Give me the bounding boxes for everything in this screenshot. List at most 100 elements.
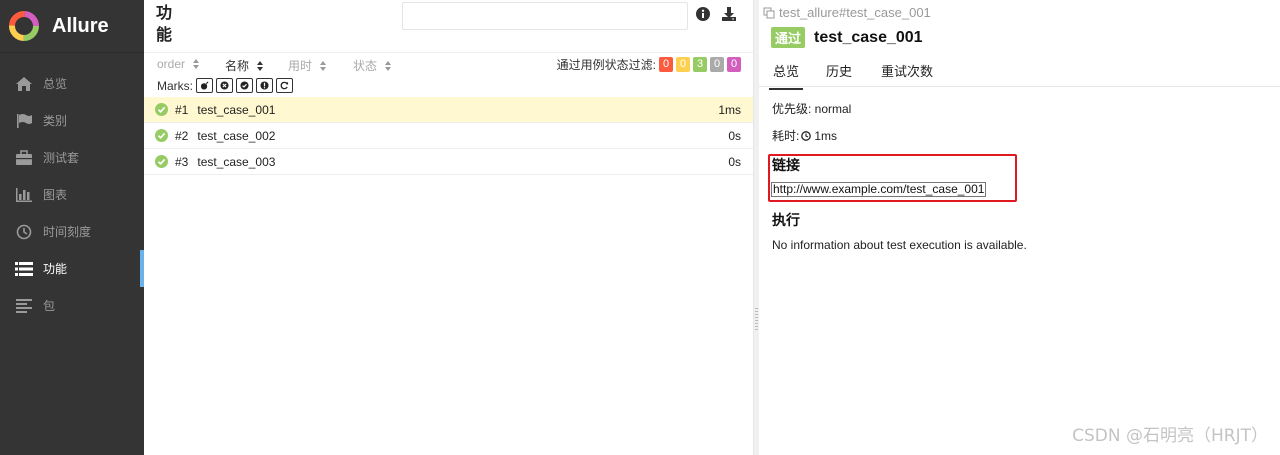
table-row[interactable]: #3 test_case_003 0s <box>144 149 753 175</box>
sidebar-item-label: 总览 <box>43 77 68 91</box>
table-row[interactable]: #2 test_case_002 0s <box>144 123 753 149</box>
execution-note: No information about test execution is a… <box>772 238 1027 252</box>
list-icon <box>15 261 33 277</box>
passed-check-icon <box>155 129 168 142</box>
duration-value: 1ms <box>814 128 838 143</box>
clock-icon <box>15 224 33 240</box>
annotation-highlight-box <box>768 154 1017 202</box>
sidebar-item-label: 时间刻度 <box>43 225 92 239</box>
download-icon[interactable] <box>721 6 737 22</box>
row-duration: 1ms <box>718 102 741 117</box>
page-title: 功能 <box>156 5 173 44</box>
table-row[interactable]: #1 test_case_001 1ms <box>144 97 753 123</box>
tab-history[interactable]: 历史 <box>826 61 852 80</box>
status-badge: 通过 <box>771 27 806 48</box>
duration-row: 耗时: 1ms <box>772 127 837 144</box>
mark-flaky-button[interactable] <box>196 78 213 93</box>
severity-text: 优先级: normal <box>772 102 852 116</box>
sidebar-item-behaviors[interactable]: 功能 <box>0 250 144 287</box>
bomb-icon <box>200 81 209 90</box>
info-icon[interactable] <box>696 7 710 21</box>
tab-overview[interactable]: 总览 <box>768 61 804 90</box>
flag-icon <box>15 113 33 129</box>
sidebar-item-graphs[interactable]: 图表 <box>0 176 144 213</box>
row-name: test_case_002 <box>197 128 276 143</box>
tab-retries[interactable]: 重试次数 <box>881 61 933 80</box>
duration-label: 耗时: <box>772 129 800 143</box>
sidebar-item-label: 测试套 <box>43 151 80 165</box>
check-circle-icon <box>240 81 249 90</box>
sort-arrows-icon <box>320 60 327 72</box>
sidebar-item-label: 功能 <box>43 262 68 276</box>
sort-label: 状态 <box>353 59 378 73</box>
sort-order[interactable]: order <box>157 57 200 71</box>
sidebar-item-packages[interactable]: 包 <box>0 287 144 324</box>
row-number: #2 <box>175 128 189 143</box>
sidebar-item-overview[interactable]: 总览 <box>0 65 144 102</box>
search-input[interactable] <box>402 2 688 30</box>
sidebar-item-suites[interactable]: 测试套 <box>0 139 144 176</box>
sidebar: Allure 总览 类别 测试套 图表 时间刻度 功能 包 <box>0 0 144 455</box>
exclamation-circle-icon <box>260 81 269 90</box>
filter-unknown-badge[interactable]: 0 <box>727 57 741 72</box>
detail-pane: test_allure#test_case_001 通过 test_case_0… <box>759 0 1280 455</box>
test-title: test_case_001 <box>814 28 923 46</box>
sort-arrows-icon <box>193 58 200 70</box>
clock-icon <box>801 130 812 141</box>
filter-failed-badge[interactable]: 0 <box>659 57 673 72</box>
sidebar-item-timeline[interactable]: 时间刻度 <box>0 213 144 250</box>
mark-new-passed-button[interactable] <box>236 78 253 93</box>
passed-check-icon <box>155 155 168 168</box>
sort-label: 用时 <box>288 59 313 73</box>
sort-name[interactable]: 名称 <box>225 57 264 74</box>
row-duration: 0s <box>728 154 741 169</box>
row-name: test_case_001 <box>197 102 276 117</box>
breadcrumb[interactable]: test_allure#test_case_001 <box>763 5 931 20</box>
sort-label: 名称 <box>225 59 250 73</box>
allure-logo-icon <box>9 11 39 41</box>
mark-retries-button[interactable] <box>276 78 293 93</box>
test-list: #1 test_case_001 1ms #2 test_case_002 0s… <box>144 97 753 175</box>
breadcrumb-text: test_allure#test_case_001 <box>779 5 931 20</box>
sort-bar: order 名称 用时 状态 通过用例状态过滤: 0 0 3 0 0 <box>144 52 753 75</box>
sort-arrows-icon <box>385 60 392 72</box>
severity-row: 优先级: normal <box>772 100 851 117</box>
sidebar-nav: 总览 类别 测试套 图表 时间刻度 功能 包 <box>0 65 144 324</box>
sort-duration[interactable]: 用时 <box>288 57 327 74</box>
sort-arrows-icon <box>257 60 264 72</box>
detail-tabs: 总览 历史 重试次数 <box>759 56 1280 90</box>
mark-new-failed-button[interactable] <box>216 78 233 93</box>
filter-broken-badge[interactable]: 0 <box>676 57 690 72</box>
times-circle-icon <box>220 81 229 90</box>
brand[interactable]: Allure <box>0 0 144 53</box>
filter-label: 通过用例状态过滤: <box>556 58 656 72</box>
filter-skipped-badge[interactable]: 0 <box>710 57 724 72</box>
refresh-icon <box>280 81 289 90</box>
briefcase-icon <box>15 149 33 166</box>
align-left-icon <box>15 298 33 314</box>
mark-new-broken-button[interactable] <box>256 78 273 93</box>
tree-pane: 功能 order 名称 用时 状态 通过用例状态过滤: 0 0 3 0 0 Ma… <box>144 0 753 455</box>
sidebar-item-categories[interactable]: 类别 <box>0 102 144 139</box>
sort-label: order <box>157 57 186 71</box>
app-title: Allure <box>52 14 109 37</box>
drag-handle-icon[interactable] <box>755 308 758 332</box>
row-number: #3 <box>175 154 189 169</box>
bar-chart-icon <box>15 187 33 203</box>
marks-label: Marks: <box>157 78 193 93</box>
detail-header: 通过 test_case_001 <box>771 27 923 48</box>
status-filter: 通过用例状态过滤: 0 0 3 0 0 <box>557 56 741 73</box>
passed-check-icon <box>155 103 168 116</box>
sidebar-item-label: 包 <box>43 299 56 313</box>
execution-heading: 执行 <box>772 212 800 228</box>
filter-passed-badge[interactable]: 3 <box>693 57 707 72</box>
row-duration: 0s <box>728 128 741 143</box>
sidebar-item-label: 类别 <box>43 114 68 128</box>
sidebar-item-label: 图表 <box>43 188 68 202</box>
row-name: test_case_003 <box>197 154 276 169</box>
marks-bar: Marks: <box>157 78 293 93</box>
home-icon <box>15 76 33 92</box>
sort-status[interactable]: 状态 <box>353 57 392 74</box>
copy-icon <box>763 7 775 18</box>
row-number: #1 <box>175 102 189 117</box>
